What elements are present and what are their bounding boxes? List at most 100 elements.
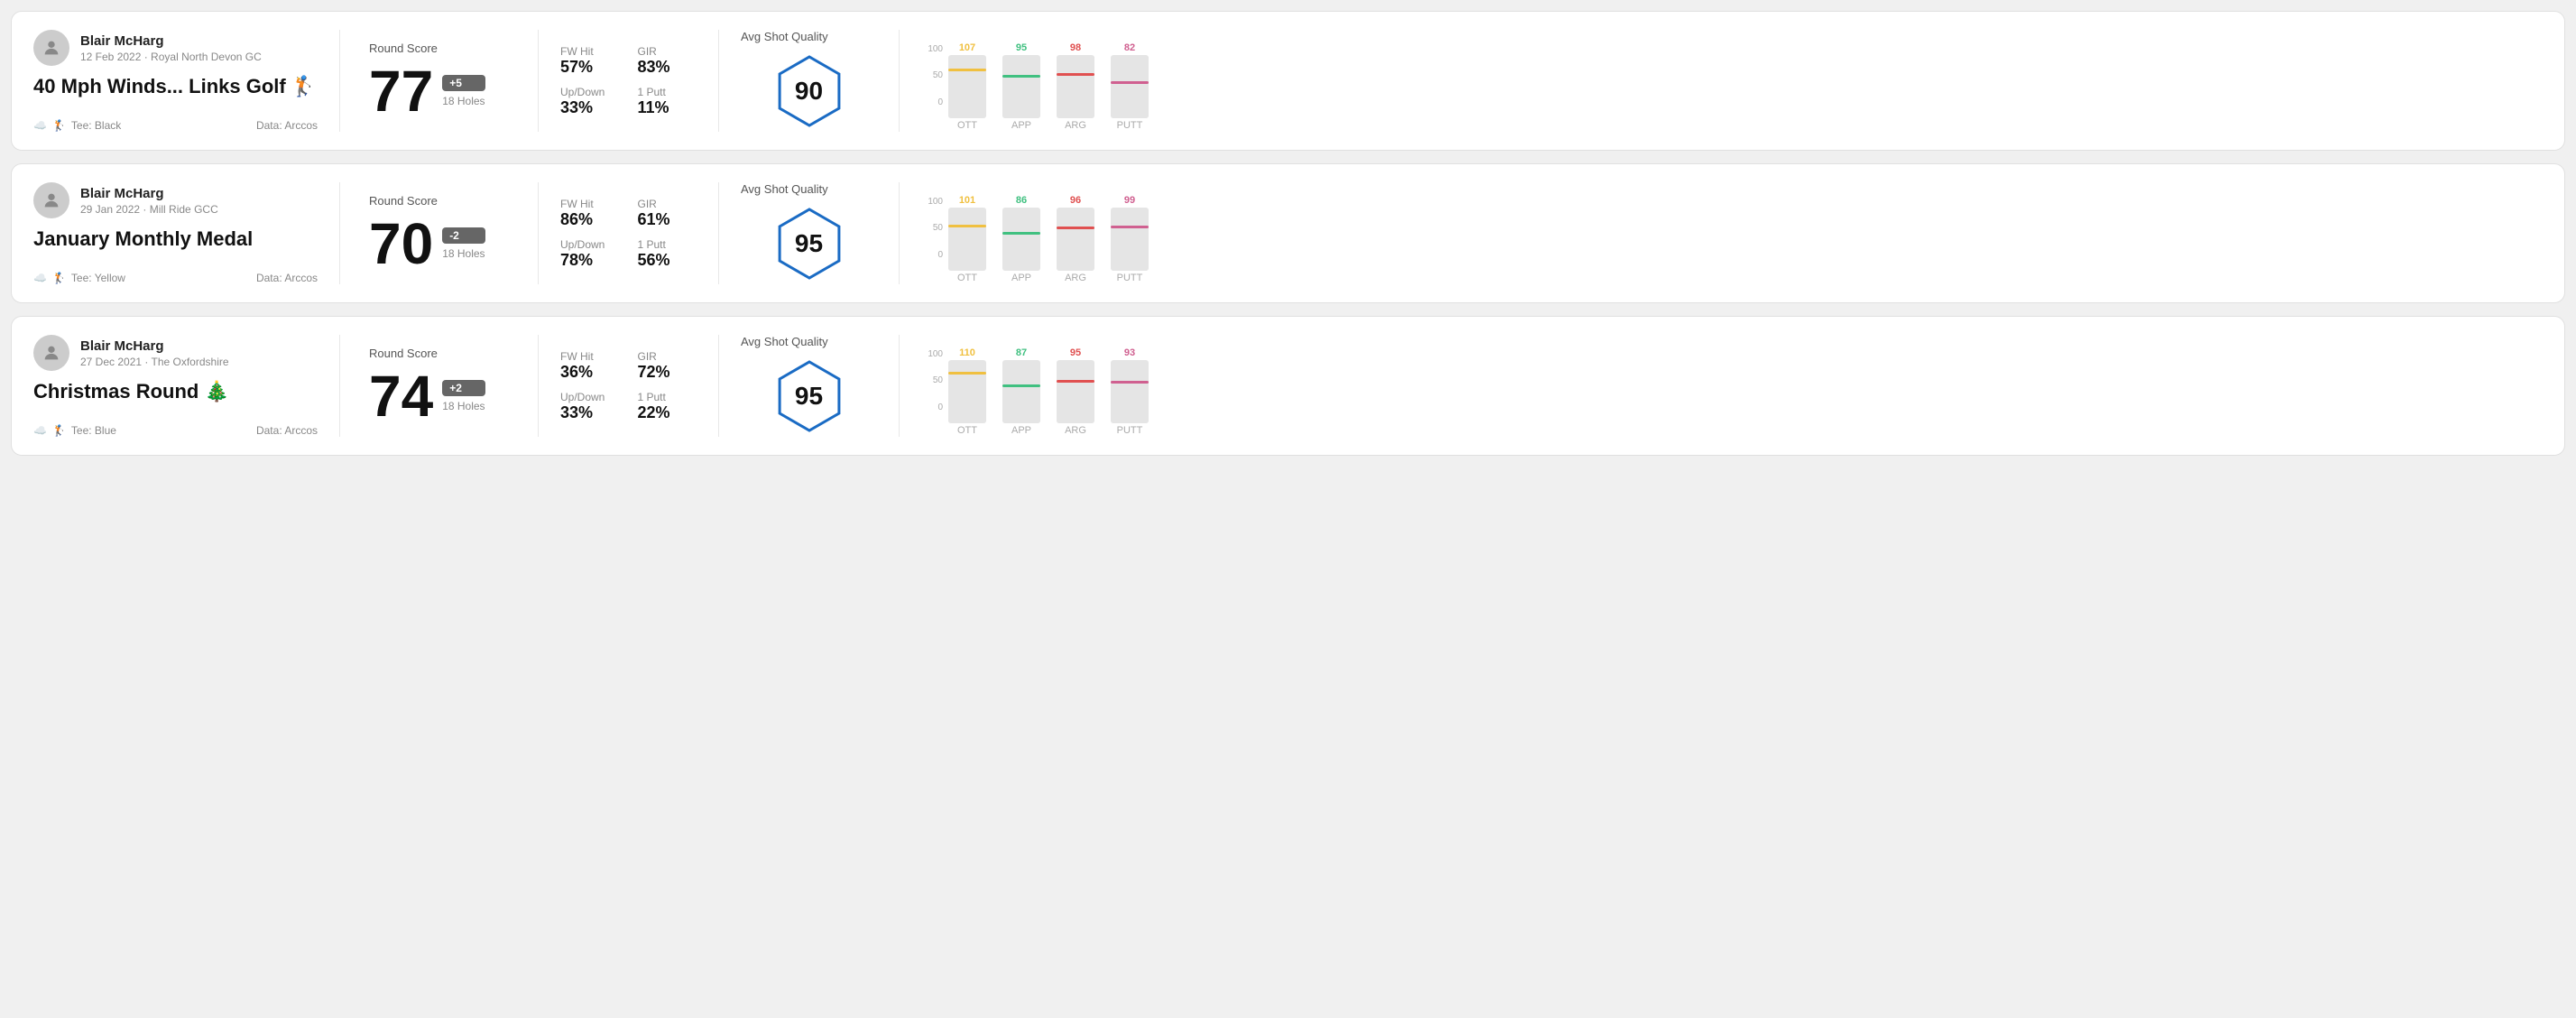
y-50: 50	[921, 375, 943, 385]
score-badge: -2	[442, 227, 485, 244]
stats-section: FW Hit 36% GIR 72% Up/Down 33% 1 Putt 22…	[539, 335, 719, 437]
left-section: Blair McHarg 12 Feb 2022 · Royal North D…	[33, 30, 340, 132]
bar-marker	[948, 372, 986, 375]
chart-container: 100 50 0 107 OTT	[921, 32, 2521, 131]
bar-value-app: 86	[1016, 195, 1027, 206]
bar-axis-label: OTT	[957, 273, 977, 283]
updown-label: Up/Down	[560, 86, 620, 98]
y-axis: 100 50 0	[921, 349, 943, 412]
bar-fill	[1057, 382, 1094, 423]
one-putt-value: 11%	[638, 98, 697, 117]
stats-grid: FW Hit 36% GIR 72% Up/Down 33% 1 Putt 22…	[560, 350, 697, 422]
bar-fill	[1111, 83, 1149, 118]
holes-label: 18 Holes	[442, 247, 485, 260]
bar-axis-label: PUTT	[1117, 120, 1143, 131]
bar-axis-label: APP	[1011, 425, 1031, 436]
tee-info: ☁️ 🏌 Tee: Blue	[33, 424, 116, 437]
tee-info: ☁️ 🏌 Tee: Yellow	[33, 272, 125, 284]
quality-section: Avg Shot Quality 95	[719, 182, 900, 284]
user-meta: 12 Feb 2022 · Royal North Devon GC	[80, 51, 262, 63]
bar-track-ott	[948, 55, 986, 118]
stats-section: FW Hit 86% GIR 61% Up/Down 78% 1 Putt 56…	[539, 182, 719, 284]
bar-marker	[948, 225, 986, 227]
stats-grid: FW Hit 57% GIR 83% Up/Down 33% 1 Putt 11…	[560, 45, 697, 117]
gir-value: 72%	[638, 363, 697, 382]
score-details: -2 18 Holes	[442, 227, 485, 260]
bar-track-app	[1002, 360, 1040, 423]
tee-label: Tee: Yellow	[71, 272, 125, 284]
bar-marker	[1057, 73, 1094, 76]
bar-fill	[1057, 228, 1094, 271]
gir-value: 83%	[638, 58, 697, 77]
bar-track-arg	[1057, 360, 1094, 423]
round-score-label: Round Score	[369, 347, 509, 360]
bar-value-putt: 99	[1124, 195, 1135, 206]
quality-label: Avg Shot Quality	[741, 182, 828, 196]
round-title: Christmas Round 🎄	[33, 380, 318, 403]
fw-hit-stat: FW Hit 57%	[560, 45, 620, 77]
fw-hit-label: FW Hit	[560, 350, 620, 363]
big-score: 70	[369, 215, 433, 273]
round-score-label: Round Score	[369, 194, 509, 208]
bar-value-arg: 98	[1070, 42, 1081, 53]
bar-value-ott: 107	[959, 42, 975, 53]
bar-marker	[1111, 226, 1149, 228]
chart-container: 100 50 0 110 OTT	[921, 337, 2521, 436]
y-100: 100	[921, 44, 943, 54]
one-putt-label: 1 Putt	[638, 238, 697, 251]
y-0: 0	[921, 97, 943, 107]
bar-track-arg	[1057, 55, 1094, 118]
user-icon	[42, 38, 61, 58]
quality-label: Avg Shot Quality	[741, 335, 828, 348]
tee-label: Tee: Black	[71, 119, 121, 132]
bar-marker	[1057, 380, 1094, 383]
fw-hit-value: 86%	[560, 210, 620, 229]
bar-group-putt: 93 PUTT	[1111, 347, 1149, 436]
big-score: 77	[369, 62, 433, 120]
middle-section: Round Score 74 +2 18 Holes	[340, 335, 539, 437]
holes-label: 18 Holes	[442, 400, 485, 412]
bar-track-putt	[1111, 360, 1149, 423]
data-source: Data: Arccos	[256, 119, 318, 132]
round-card-1: Blair McHarg 12 Feb 2022 · Royal North D…	[11, 11, 2565, 151]
middle-section: Round Score 77 +5 18 Holes	[340, 30, 539, 132]
bar-marker	[1111, 81, 1149, 84]
bar-group-ott: 110 OTT	[948, 347, 986, 436]
y-50: 50	[921, 223, 943, 233]
bar-group-ott: 101 OTT	[948, 195, 986, 283]
round-title: 40 Mph Winds... Links Golf 🏌️	[33, 75, 318, 98]
bar-group-arg: 96 ARG	[1057, 195, 1094, 283]
quality-section: Avg Shot Quality 95	[719, 335, 900, 437]
big-score: 74	[369, 367, 433, 425]
bar-track-arg	[1057, 208, 1094, 271]
cloud-icon: ☁️	[33, 119, 47, 132]
fw-hit-label: FW Hit	[560, 198, 620, 210]
score-details: +5 18 Holes	[442, 75, 485, 107]
holes-label: 18 Holes	[442, 95, 485, 107]
user-name: Blair McHarg	[80, 186, 218, 201]
bar-track-ott	[948, 208, 986, 271]
bar-marker	[1002, 75, 1040, 78]
hexagon-container: 95	[769, 203, 850, 284]
bar-axis-label: APP	[1011, 120, 1031, 131]
bar-group-putt: 99 PUTT	[1111, 195, 1149, 283]
bars-container: 101 OTT 86	[921, 184, 1149, 283]
bar-value-app: 95	[1016, 42, 1027, 53]
bar-fill	[1002, 234, 1040, 271]
user-header: Blair McHarg 29 Jan 2022 · Mill Ride GCC	[33, 182, 318, 218]
bar-group-app: 86 APP	[1002, 195, 1040, 283]
user-info: Blair McHarg 27 Dec 2021 · The Oxfordshi…	[80, 338, 229, 368]
y-0: 0	[921, 250, 943, 260]
stats-grid: FW Hit 86% GIR 61% Up/Down 78% 1 Putt 56…	[560, 198, 697, 270]
score-badge: +5	[442, 75, 485, 91]
hex-score: 95	[795, 382, 823, 411]
one-putt-stat: 1 Putt 22%	[638, 391, 697, 422]
fw-hit-stat: FW Hit 86%	[560, 198, 620, 229]
avatar	[33, 335, 69, 371]
bar-group-arg: 98 ARG	[1057, 42, 1094, 131]
fw-hit-value: 57%	[560, 58, 620, 77]
stats-section: FW Hit 57% GIR 83% Up/Down 33% 1 Putt 11…	[539, 30, 719, 132]
bar-marker	[1057, 227, 1094, 229]
bar-value-ott: 101	[959, 195, 975, 206]
user-header: Blair McHarg 27 Dec 2021 · The Oxfordshi…	[33, 335, 318, 371]
